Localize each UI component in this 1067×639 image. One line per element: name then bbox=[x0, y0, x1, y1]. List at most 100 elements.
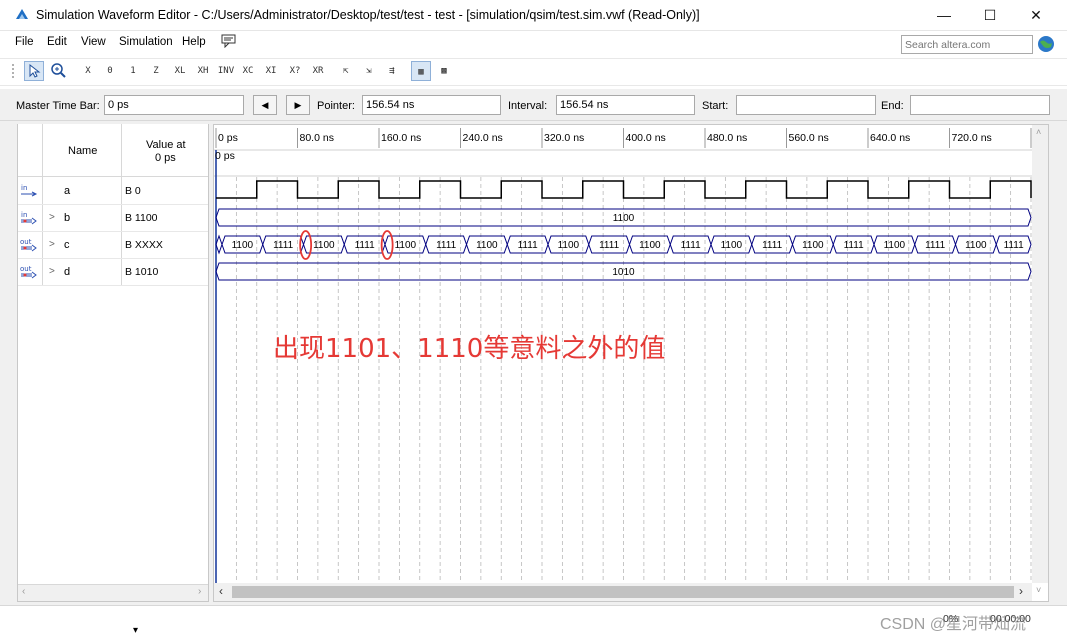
vertical-scrollbar[interactable] bbox=[1032, 125, 1048, 583]
node-row-c[interactable] bbox=[18, 232, 208, 259]
dont-care-icon[interactable]: X? bbox=[285, 61, 305, 81]
node-grid-scrollbar[interactable] bbox=[18, 584, 208, 601]
expand-chevron-icon[interactable]: > bbox=[49, 212, 55, 223]
bus-c-value: 1100 bbox=[476, 240, 498, 251]
minimize-button[interactable]: — bbox=[921, 0, 967, 31]
weak-high-icon[interactable]: XH bbox=[193, 61, 213, 81]
expand-chevron-icon[interactable]: > bbox=[49, 239, 55, 250]
menu-view[interactable]: View bbox=[81, 36, 106, 48]
input-bus-icon: in bbox=[20, 209, 38, 227]
next-transition-button[interactable]: ▶ bbox=[286, 95, 310, 115]
high-impedance-icon[interactable]: Z bbox=[146, 61, 166, 81]
insert-value-icon[interactable]: XI bbox=[261, 61, 281, 81]
bus-c-value: 1100 bbox=[232, 240, 254, 251]
bus-c-segment bbox=[215, 234, 223, 255]
bus-c-value: 1100 bbox=[884, 240, 906, 251]
scroll-left-icon[interactable]: ‹ bbox=[219, 584, 223, 598]
menu-edit[interactable]: Edit bbox=[47, 36, 67, 48]
bus-c-value: 1111 bbox=[273, 240, 293, 251]
glitch-highlight-ring bbox=[299, 230, 313, 260]
globe-icon[interactable] bbox=[1037, 35, 1055, 53]
forcing-high-icon[interactable]: 1 bbox=[123, 61, 143, 81]
value-column-header-line1[interactable]: Value at bbox=[146, 139, 186, 151]
horizontal-scroll-thumb[interactable] bbox=[232, 586, 1014, 598]
ruler-label: 240.0 ns bbox=[463, 132, 503, 144]
search-input[interactable] bbox=[901, 35, 1033, 54]
master-time-bar-field[interactable]: 0 ps bbox=[104, 95, 244, 115]
bus-d-value: 1010 bbox=[612, 267, 635, 278]
watermark: CSDN @星河带灿流 bbox=[880, 616, 1027, 633]
ruler-label: 400.0 ns bbox=[626, 132, 666, 144]
master-time-bar-label: Master Time Bar: bbox=[16, 100, 100, 112]
group-icon[interactable]: ▩ bbox=[434, 61, 454, 81]
forcing-unknown-icon[interactable]: X bbox=[78, 61, 98, 81]
node-row-d[interactable] bbox=[18, 259, 208, 286]
window-title: Simulation Waveform Editor - C:/Users/Ad… bbox=[36, 8, 700, 22]
invert-icon[interactable]: INV bbox=[216, 61, 236, 81]
toolbar-grip-icon bbox=[12, 64, 14, 78]
scroll-right-icon[interactable]: › bbox=[1019, 584, 1023, 598]
menu-help[interactable]: Help bbox=[182, 36, 206, 48]
glitch-highlight-ring bbox=[380, 230, 394, 260]
scroll-right-icon[interactable]: › bbox=[198, 586, 201, 597]
ruler-label: 0 ps bbox=[218, 132, 238, 144]
bus-c-value: 1100 bbox=[965, 240, 987, 251]
node-value: B 0 bbox=[125, 185, 141, 197]
zoom-tool-icon[interactable] bbox=[48, 61, 68, 81]
bus-c-value: 1111 bbox=[925, 240, 945, 251]
ruler-label: 160.0 ns bbox=[381, 132, 421, 144]
overwrite-clock-icon[interactable]: ⇱ bbox=[336, 61, 356, 81]
app-icon bbox=[16, 9, 28, 19]
expand-chevron-icon[interactable]: > bbox=[49, 266, 55, 277]
random-value-icon[interactable]: XR bbox=[308, 61, 328, 81]
ruler-label: 320.0 ns bbox=[544, 132, 584, 144]
random-clock-icon[interactable]: ⇶ bbox=[382, 61, 402, 81]
end-field[interactable] bbox=[910, 95, 1050, 115]
waveform-a bbox=[216, 180, 1032, 199]
count-value-icon[interactable]: XC bbox=[238, 61, 258, 81]
signal-a-trace bbox=[216, 180, 1032, 199]
scroll-down-icon[interactable]: ˅ bbox=[1036, 585, 1041, 595]
interval-field[interactable]: 156.54 ns bbox=[556, 95, 695, 115]
node-row-a[interactable] bbox=[18, 178, 208, 205]
close-button[interactable]: ✕ bbox=[1013, 0, 1059, 31]
weak-low-icon[interactable]: XL bbox=[170, 61, 190, 81]
bus-b-value: 1100 bbox=[613, 213, 635, 224]
pointer-label: Pointer: bbox=[317, 100, 355, 112]
time-ruler: 0 ps 80.0 ns 160.0 ns 240.0 ns 320.0 ns 400.0… bbox=[215, 128, 1048, 148]
bus-c-value: 1111 bbox=[599, 240, 619, 251]
arbitrary-value-icon[interactable]: ⇲ bbox=[359, 61, 379, 81]
name-column-header[interactable]: Name bbox=[68, 145, 97, 157]
waveform-b: 1100 bbox=[215, 208, 1032, 227]
forcing-low-icon[interactable]: 0 bbox=[100, 61, 120, 81]
scroll-left-icon[interactable]: ‹ bbox=[22, 586, 25, 597]
start-field[interactable] bbox=[736, 95, 876, 115]
ruler-label: 720.0 ns bbox=[952, 132, 992, 144]
dropdown-caret-icon[interactable]: ▾ bbox=[133, 625, 138, 636]
node-row-b[interactable] bbox=[18, 205, 208, 232]
bus-c-value: 1100 bbox=[721, 240, 743, 251]
pointer-field[interactable]: 156.54 ns bbox=[362, 95, 501, 115]
help-chat-icon[interactable] bbox=[221, 34, 236, 48]
menu-file[interactable]: File bbox=[15, 36, 34, 48]
bus-c-value: 1111 bbox=[844, 240, 864, 251]
maximize-button[interactable]: ☐ bbox=[967, 0, 1013, 31]
bus-c-value: 1100 bbox=[395, 240, 417, 251]
bus-c-value: 1100 bbox=[802, 240, 824, 251]
previous-transition-button[interactable]: ◀ bbox=[253, 95, 277, 115]
bus-c-value: 1100 bbox=[313, 240, 335, 251]
node-name: b bbox=[64, 212, 71, 224]
svg-text:out: out bbox=[20, 238, 32, 246]
ruler-label: 640.0 ns bbox=[870, 132, 910, 144]
snap-to-grid-icon[interactable]: ▦ bbox=[411, 61, 431, 81]
bus-c-value: 1100 bbox=[639, 240, 661, 251]
scroll-up-icon[interactable]: ˄ bbox=[1036, 127, 1041, 137]
pointer-tool-icon[interactable] bbox=[24, 61, 44, 81]
interval-label: Interval: bbox=[508, 100, 548, 112]
value-column-header-line2: 0 ps bbox=[155, 152, 176, 164]
svg-text:in: in bbox=[21, 211, 27, 219]
input-pin-icon: in bbox=[20, 182, 38, 200]
menu-simulation[interactable]: Simulation bbox=[119, 36, 173, 48]
bus-c-value: 1111 bbox=[436, 240, 456, 251]
node-name: c bbox=[64, 239, 70, 251]
